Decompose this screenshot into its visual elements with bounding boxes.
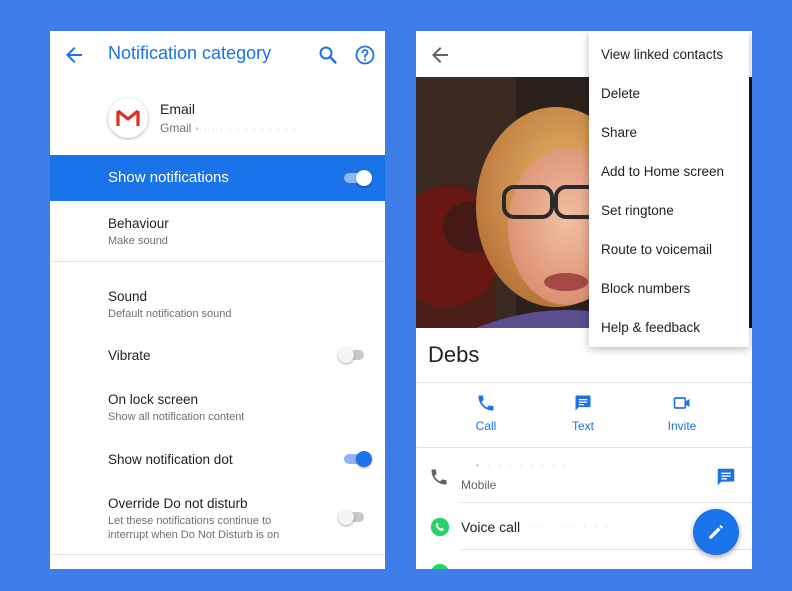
help-icon[interactable] [353,43,377,67]
divider [416,447,752,448]
notification-dot-toggle[interactable] [344,451,372,467]
divider [416,382,752,383]
phone-icon [478,395,494,411]
app-name: Email [160,101,196,117]
phone-type: Mobile [461,478,497,492]
search-icon[interactable] [316,43,340,67]
app-account: Gmail • · · · · · · · · · · · · [160,121,298,135]
menu-block-numbers[interactable]: Block numbers [601,281,690,296]
app-bar: Notification category [50,31,385,79]
voice-number-redacted: · · · · · · · · [529,522,611,531]
override-dnd-sub-1: Let these notifications continue to [108,515,272,527]
menu-set-ringtone[interactable]: Set ringtone [601,203,674,218]
text-label: Text [571,419,594,433]
gmail-logo-icon [108,98,148,138]
video-icon [673,397,690,409]
voice-call-label[interactable]: Voice call [461,519,520,535]
whatsapp-icon [430,517,450,537]
sound-value: Default notification sound [108,308,232,320]
menu-delete[interactable]: Delete [601,86,640,101]
call-action[interactable]: Call [456,393,516,433]
lock-screen-title[interactable]: On lock screen [108,392,198,407]
menu-add-to-home-screen[interactable]: Add to Home screen [601,164,724,179]
message-icon [575,395,591,411]
notification-dot-title[interactable]: Show notification dot [108,452,233,467]
behaviour-title[interactable]: Behaviour [108,216,169,231]
contact-screen: Debs Call Text Invite • · · · · · · · · … [416,31,752,569]
invite-label: Invite [667,419,697,433]
notification-settings-screen: Notification category Email Gmail • · · ·… [50,31,385,569]
vibrate-toggle[interactable] [338,347,366,363]
back-arrow-icon[interactable] [428,43,452,67]
vibrate-title[interactable]: Vibrate [108,348,151,363]
override-dnd-toggle[interactable] [338,509,366,525]
sound-title[interactable]: Sound [108,289,147,304]
menu-route-to-voicemail[interactable]: Route to voicemail [601,242,712,257]
lock-screen-value: Show all notification content [108,411,245,423]
edit-contact-button[interactable] [693,509,739,555]
behaviour-value: Make sound [108,235,168,247]
show-notifications-label: Show notifications [108,169,229,186]
text-action[interactable]: Text [553,393,613,433]
page-title: Notification category [108,43,272,63]
whatsapp-icon [431,563,449,569]
menu-view-linked-contacts[interactable]: View linked contacts [601,47,723,62]
phone-icon [431,469,447,485]
invite-action[interactable]: Invite [652,393,712,433]
override-dnd-sub-2: interrupt when Do Not Disturb is on [108,529,280,541]
divider [50,554,385,555]
call-label: Call [475,419,497,433]
show-notifications-bar[interactable]: Show notifications [50,155,385,201]
override-dnd-title[interactable]: Override Do not disturb [108,496,248,511]
pencil-icon [709,525,723,539]
contact-name: Debs [428,342,480,367]
back-arrow-icon[interactable] [62,43,86,67]
overflow-menu: View linked contacts Delete Share Add to… [589,31,749,347]
divider [50,261,385,262]
show-notifications-toggle[interactable] [344,170,372,186]
app-info-row: Email Gmail • · · · · · · · · · · · · [50,93,385,151]
message-icon[interactable] [715,466,737,488]
divider [461,502,752,503]
phone-number-redacted[interactable]: • · · · · · · · · [476,461,569,470]
menu-help-feedback[interactable]: Help & feedback [601,320,700,335]
menu-share[interactable]: Share [601,125,637,140]
